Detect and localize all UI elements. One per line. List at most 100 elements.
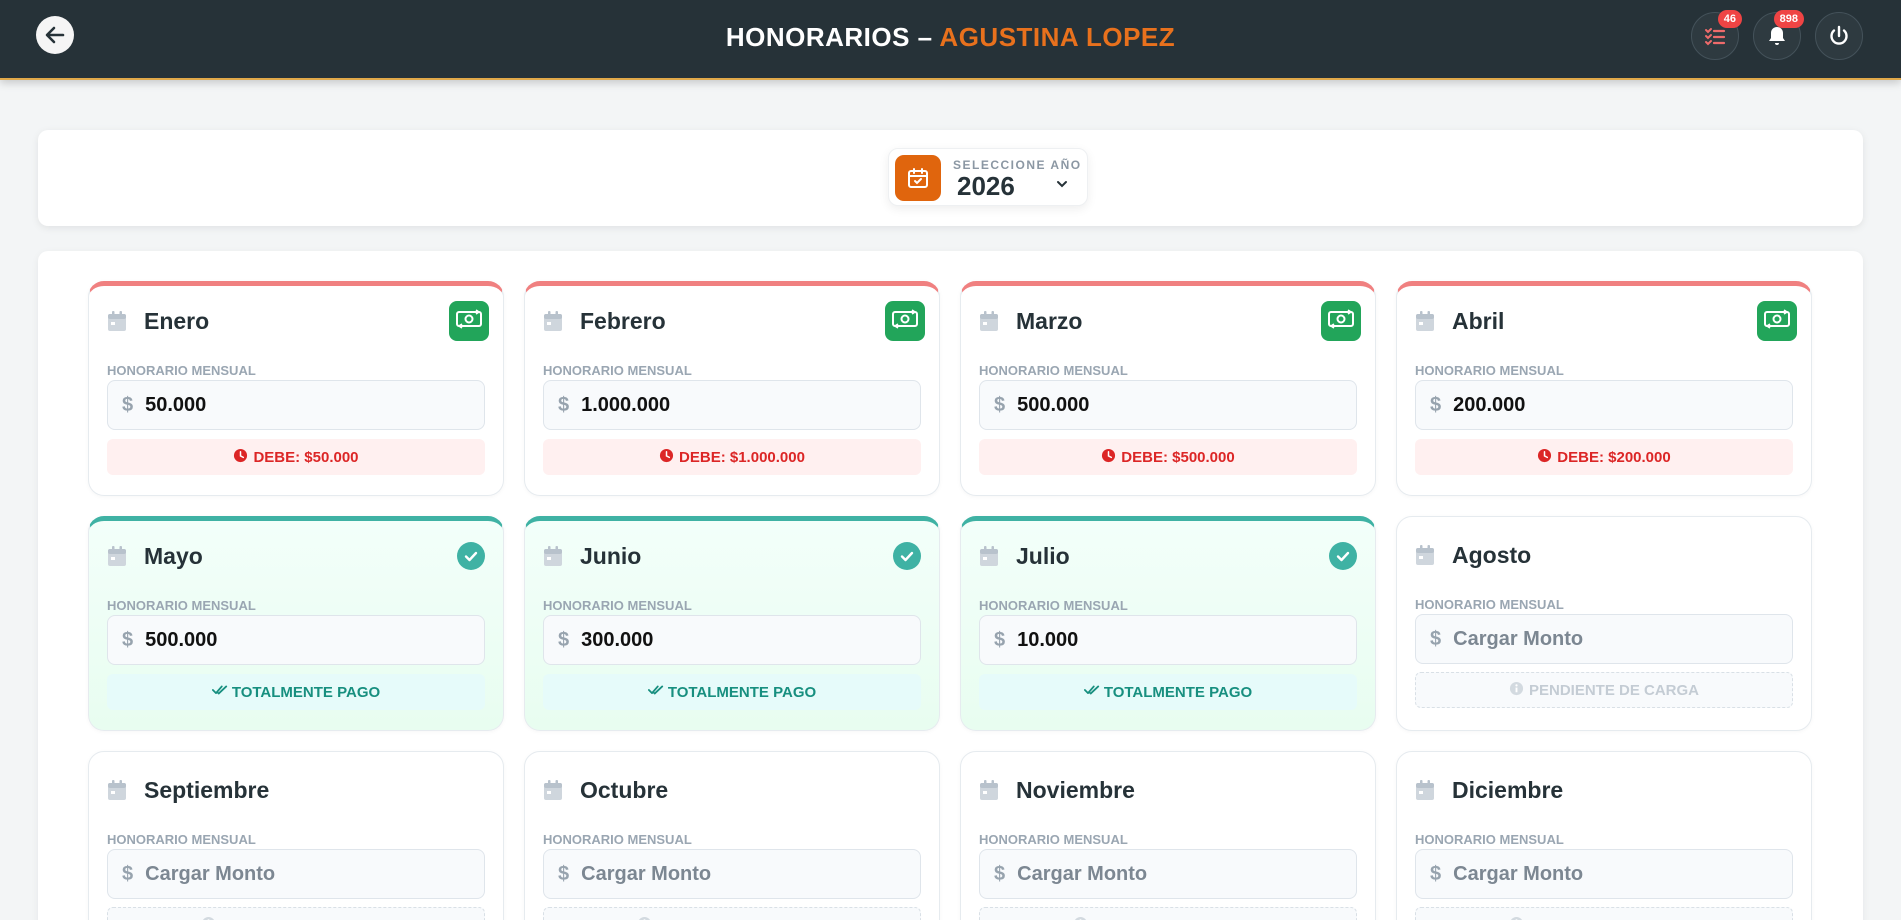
info-circle-icon (1509, 916, 1529, 920)
double-check-icon (211, 683, 232, 701)
debt-text: DEBE: $50.000 (253, 448, 359, 466)
fee-label: HONORARIO MENSUAL (543, 598, 692, 613)
register-payment-button[interactable] (1321, 301, 1361, 341)
debt-status: DEBE: $50.000 (107, 439, 485, 475)
amount-placeholder: Cargar Monto (1453, 862, 1584, 885)
dollar-icon: $ (558, 628, 570, 651)
month-name: Mayo (144, 543, 203, 569)
amount-input[interactable]: $50.000 (107, 380, 485, 430)
double-check-icon (647, 683, 668, 701)
dollar-icon: $ (558, 393, 570, 416)
calendar-icon (107, 779, 127, 801)
month-card-julio: Julio HONORARIO MENSUAL $10.000 TOTALMENTE … (960, 516, 1376, 731)
amount-placeholder: Cargar Monto (1017, 862, 1148, 885)
month-name: Octubre (580, 777, 669, 803)
month-name: Agosto (1452, 542, 1532, 568)
fee-label: HONORARIO MENSUAL (107, 363, 256, 378)
pending-text: PENDIENTE DE CARGA (221, 917, 391, 920)
check-circle-icon (457, 542, 485, 570)
month-card-junio: Junio HONORARIO MENSUAL $300.000 TOTALMENTE… (524, 516, 940, 731)
dollar-icon: $ (994, 862, 1006, 885)
fee-label: HONORARIO MENSUAL (1415, 363, 1564, 378)
money-bill-icon (1328, 308, 1354, 334)
paid-status: TOTALMENTE PAGO (543, 674, 921, 710)
debt-text: DEBE: $200.000 (1557, 448, 1671, 466)
amount-input[interactable]: $ Cargar Monto (107, 849, 485, 899)
register-payment-button[interactable] (1757, 301, 1797, 341)
calendar-icon (543, 310, 563, 332)
amount-value: 1.000.000 (581, 393, 671, 416)
year-select-value: 2026 (957, 171, 1015, 201)
debt-text: DEBE: $500.000 (1121, 448, 1235, 466)
fee-label: HONORARIO MENSUAL (543, 363, 692, 378)
month-card-octubre: Octubre HONORARIO MENSUAL $ Cargar Monto PEN… (524, 751, 940, 920)
amount-value: 50.000 (145, 393, 207, 416)
debt-text: DEBE: $1.000.000 (679, 448, 805, 466)
info-circle-icon (1073, 916, 1093, 920)
calendar-icon (1415, 779, 1435, 801)
amount-input[interactable]: $ Cargar Monto (1415, 614, 1793, 664)
amount-input[interactable]: $500.000 (107, 615, 485, 665)
month-card-mayo: Mayo HONORARIO MENSUAL $500.000 TOTALMENTE … (88, 516, 504, 731)
dollar-icon: $ (1430, 393, 1442, 416)
amount-placeholder: Cargar Monto (1453, 627, 1584, 650)
month-name: Abril (1452, 308, 1505, 334)
month-name: Diciembre (1452, 777, 1564, 803)
calendar-icon (543, 545, 563, 567)
check-circle-icon (1329, 542, 1357, 570)
pending-status: PENDIENTE DE CARGA (107, 907, 485, 920)
paid-text: TOTALMENTE PAGO (231, 683, 381, 701)
notifications-button[interactable]: 898 (1753, 10, 1804, 60)
calendar-icon (1415, 310, 1435, 332)
register-payment-button[interactable] (885, 301, 925, 341)
fee-label: HONORARIO MENSUAL (1415, 597, 1564, 612)
dollar-icon: $ (994, 393, 1006, 416)
clock-icon (233, 448, 253, 467)
info-circle-icon (637, 916, 657, 920)
months-panel: Enero HONORARIO MENSUAL $50.000 DEBE: $50.0… (38, 251, 1863, 920)
month-name: Febrero (580, 308, 666, 334)
amount-input[interactable]: $200.000 (1415, 380, 1793, 430)
pending-text: PENDIENTE DE CARGA (657, 917, 827, 920)
amount-placeholder: Cargar Monto (581, 862, 712, 885)
clock-icon (659, 448, 679, 467)
amount-value: 500.000 (1017, 393, 1090, 416)
amount-input[interactable]: $300.000 (543, 615, 921, 665)
month-card-marzo: Marzo HONORARIO MENSUAL $500.000 DEBE: $500… (960, 281, 1376, 496)
register-payment-button[interactable] (449, 301, 489, 341)
amount-input[interactable]: $10.000 (979, 615, 1357, 665)
client-name: AGUSTINA LOPEZ (939, 22, 1176, 52)
month-name: Marzo (1016, 308, 1083, 334)
dollar-icon: $ (1430, 862, 1442, 885)
tasks-button[interactable]: 46 (1691, 10, 1742, 60)
calendar-icon (107, 545, 127, 567)
amount-input[interactable]: $1.000.000 (543, 380, 921, 430)
month-name: Junio (580, 543, 642, 569)
tasks-count-badge: 46 (1717, 10, 1742, 28)
amount-input[interactable]: $ Cargar Monto (1415, 849, 1793, 899)
paid-text: TOTALMENTE PAGO (1103, 683, 1253, 701)
amount-input[interactable]: $ Cargar Monto (979, 849, 1357, 899)
amount-placeholder: Cargar Monto (145, 862, 276, 885)
pending-text: PENDIENTE DE CARGA (1529, 917, 1699, 920)
month-card-febrero: Febrero HONORARIO MENSUAL $1.000.000 DEBE: … (524, 281, 940, 496)
month-card-abril: Abril HONORARIO MENSUAL $200.000 DEBE: $200… (1396, 281, 1812, 496)
year-select[interactable]: SELECCIONE AÑO 2026 (888, 148, 1088, 206)
amount-input[interactable]: $500.000 (979, 380, 1357, 430)
calendar-icon (979, 779, 999, 801)
money-bill-icon (456, 308, 482, 334)
paid-text: TOTALMENTE PAGO (667, 683, 817, 701)
info-circle-icon (1509, 681, 1529, 700)
calendar-icon (107, 310, 127, 332)
calendar-icon (979, 545, 999, 567)
amount-input[interactable]: $ Cargar Monto (543, 849, 921, 899)
calendar-icon (1415, 544, 1435, 566)
logout-button[interactable] (1815, 12, 1863, 60)
double-check-icon (1083, 683, 1104, 701)
year-select-label: SELECCIONE AÑO (953, 158, 1082, 172)
page-title: HONORARIOS – AGUSTINA LOPEZ (0, 22, 1901, 53)
paid-status: TOTALMENTE PAGO (107, 674, 485, 710)
calendar-icon (543, 779, 563, 801)
debt-status: DEBE: $200.000 (1415, 439, 1793, 475)
dollar-icon: $ (994, 628, 1006, 651)
